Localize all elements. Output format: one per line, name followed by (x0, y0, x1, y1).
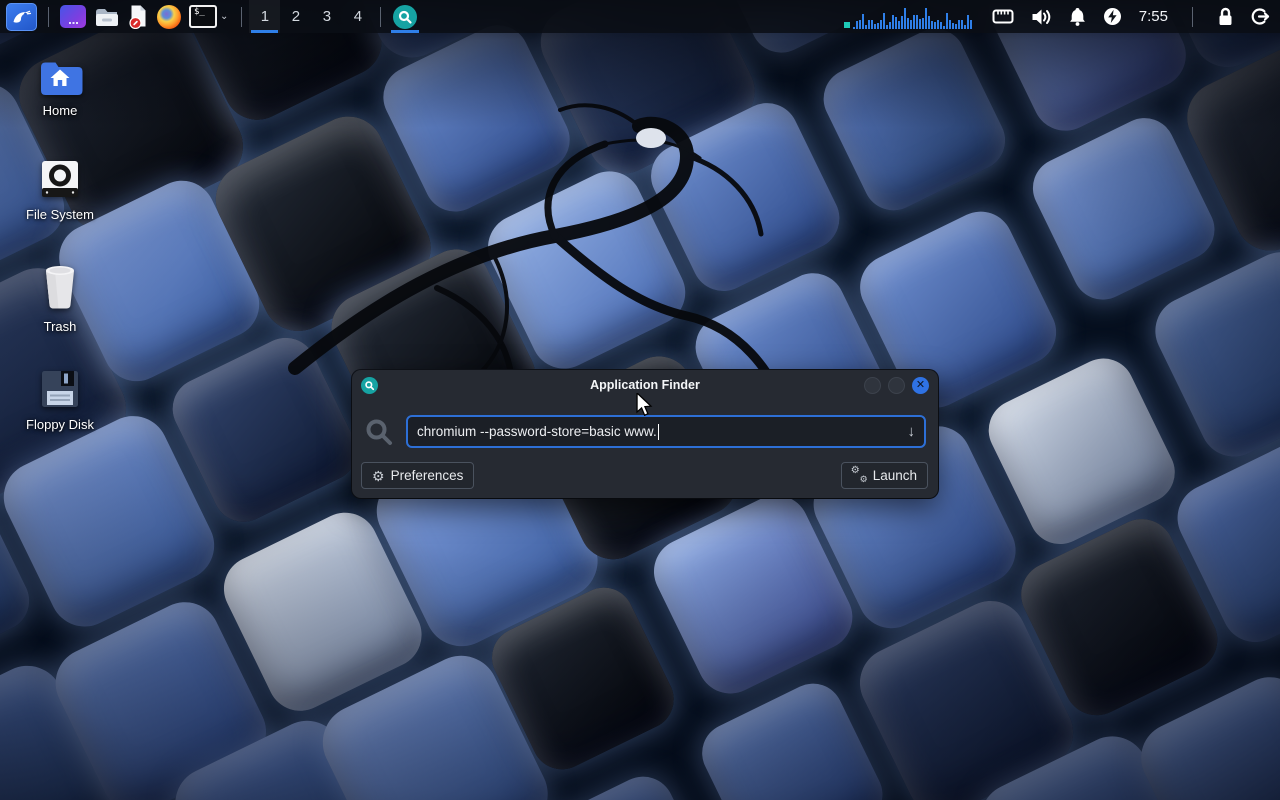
browser-launcher[interactable] (153, 0, 185, 33)
close-button[interactable]: ✕ (912, 377, 929, 394)
network-icon[interactable] (992, 8, 1014, 25)
minimize-button[interactable] (864, 377, 881, 394)
application-finder-launcher[interactable] (388, 0, 422, 33)
kali-logo-icon (6, 3, 37, 31)
purple-window-icon (60, 5, 86, 28)
terminal-launcher[interactable]: $_ ⌄ (185, 0, 234, 33)
workspace-switcher: 1234 (249, 0, 373, 33)
desktop-icon-label: Floppy Disk (26, 417, 94, 432)
application-finder-icon (361, 377, 378, 394)
panel-separator (241, 7, 242, 27)
desktop-icon-floppy-disk[interactable]: Floppy Disk (8, 368, 112, 432)
floppy-disk-icon (39, 368, 81, 410)
workspace-button-4[interactable]: 4 (342, 0, 373, 33)
command-text: chromium --password-store=basic www. (417, 424, 657, 439)
hard-drive-icon (39, 158, 81, 200)
terminal-icon: $_ (189, 5, 217, 28)
network-monitor-graph[interactable] (843, 4, 975, 30)
preferences-label: Preferences (391, 468, 464, 483)
power-manager-icon[interactable] (1103, 7, 1122, 26)
app-finder-icon (393, 5, 417, 29)
purple-app-launcher[interactable] (56, 0, 90, 33)
document-edit-icon (128, 4, 149, 29)
monitor-marker (844, 22, 850, 28)
desktop-icon-home[interactable]: Home (8, 58, 112, 118)
preferences-button[interactable]: ⚙ Preferences (361, 462, 474, 489)
history-dropdown-arrow[interactable]: ↓ (900, 423, 916, 440)
firefox-icon (157, 5, 181, 29)
trash-can-icon (37, 262, 83, 312)
lock-screen-icon[interactable] (1217, 7, 1234, 26)
launch-label: Launch (873, 468, 917, 483)
notifications-bell-icon[interactable] (1069, 7, 1086, 26)
text-caret (658, 424, 660, 440)
file-manager-launcher[interactable] (90, 0, 124, 33)
desktop-icon-label: Home (43, 103, 78, 118)
top-panel: $_ ⌄ 1234 (0, 0, 1280, 33)
workspace-button-1[interactable]: 1 (249, 0, 280, 33)
panel-separator (48, 7, 49, 27)
search-icon (364, 417, 394, 447)
chevron-down-icon[interactable]: ⌄ (220, 11, 228, 22)
workspace-button-2[interactable]: 2 (280, 0, 311, 33)
application-finder-window: Application Finder ✕ chromium --password… (352, 370, 938, 498)
desktop-icon-label: Trash (44, 319, 77, 334)
titlebar[interactable]: Application Finder ✕ (352, 370, 938, 400)
text-editor-launcher[interactable] (124, 0, 153, 33)
desktop-icon-label: File System (26, 207, 94, 222)
volume-icon[interactable] (1031, 8, 1052, 26)
logout-icon[interactable] (1251, 7, 1270, 26)
workspace-button-3[interactable]: 3 (311, 0, 342, 33)
gear-icon: ⚙ (372, 469, 385, 483)
panel-separator (380, 7, 381, 27)
panel-separator (1192, 7, 1193, 27)
desktop-icon-trash[interactable]: Trash (8, 262, 112, 334)
window-title: Application Finder (352, 378, 938, 392)
maximize-button[interactable] (888, 377, 905, 394)
folder-icon (94, 6, 120, 28)
applications-menu-button[interactable] (0, 0, 41, 33)
home-folder-icon (37, 58, 83, 96)
clock[interactable]: 7:55 (1139, 8, 1168, 25)
launch-button[interactable]: ⚙ ⚙ Launch (841, 462, 928, 489)
command-input[interactable]: chromium --password-store=basic www. ↓ (406, 415, 926, 448)
run-gears-icon: ⚙ ⚙ (852, 468, 867, 483)
desktop-icon-file-system[interactable]: File System (8, 158, 112, 222)
